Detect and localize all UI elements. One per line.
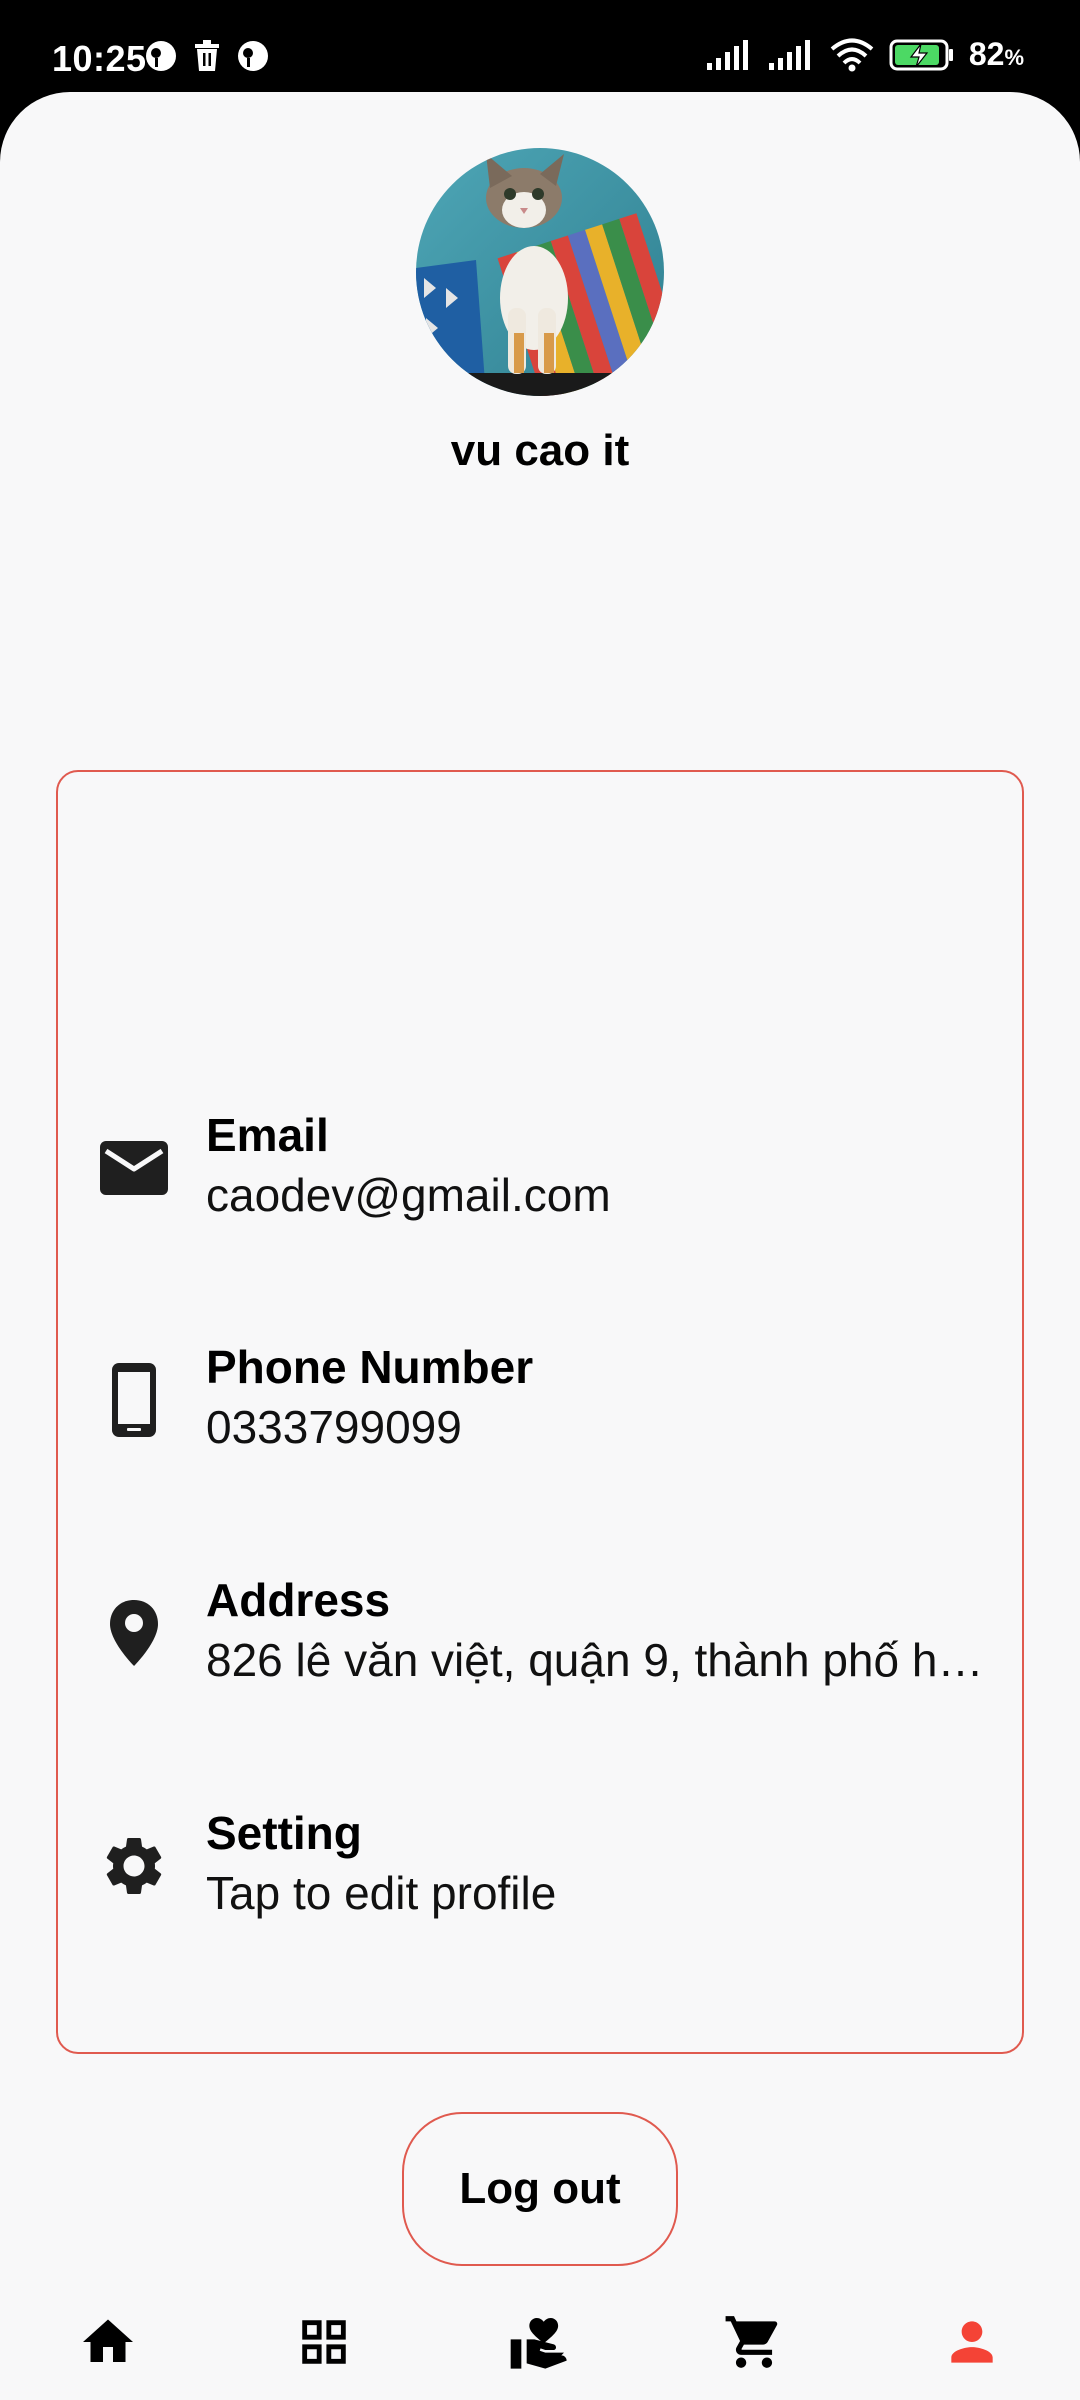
- nav-profile[interactable]: [932, 2302, 1012, 2382]
- signal-icon: [768, 39, 810, 70]
- wifi-icon: [830, 38, 874, 71]
- profile-info-card: Email caodev@gmail.com Phone Number 0333…: [56, 770, 1024, 2054]
- setting-value: Tap to edit profile: [206, 1867, 557, 1919]
- address-label: Address: [206, 1574, 391, 1626]
- email-label: Email: [206, 1109, 329, 1161]
- signal-icon: [706, 39, 748, 70]
- nav-wishlist[interactable]: [500, 2302, 580, 2382]
- phone-label: Phone Number: [206, 1341, 534, 1393]
- smartphone-icon: [96, 1362, 172, 1438]
- phone-value: 0333799099: [206, 1401, 462, 1453]
- battery-charging-icon: [889, 39, 953, 70]
- cart-icon: [725, 2316, 778, 2368]
- status-system-icons: 82%: [705, 36, 1024, 73]
- trash-icon: [195, 40, 219, 71]
- battery-percent: 82%: [968, 36, 1024, 72]
- nav-cart[interactable]: [714, 2302, 794, 2382]
- address-value: 826 lê văn việt, quận 9, thành phố hồ ch…: [206, 1634, 996, 1686]
- home-icon: [83, 2319, 133, 2362]
- email-value: caodev@gmail.com: [206, 1169, 611, 1221]
- email-row[interactable]: Email caodev@gmail.com: [58, 1108, 1022, 1278]
- user-name: vu cao it: [450, 426, 630, 475]
- grid-icon: [302, 2320, 346, 2364]
- nav-home[interactable]: [68, 2302, 148, 2382]
- person-icon: [951, 2321, 993, 2363]
- hand-heart-icon: [510, 2318, 567, 2369]
- nav-categories[interactable]: [284, 2302, 364, 2382]
- logout-button[interactable]: Log out: [402, 2112, 678, 2266]
- location-pin-icon: [96, 1595, 172, 1671]
- mail-icon: [96, 1130, 172, 1206]
- status-notification-icons: [145, 40, 269, 72]
- notification-icon: [146, 41, 176, 71]
- notification-icon: [238, 41, 268, 71]
- phone-row[interactable]: Phone Number 0333799099: [58, 1340, 1022, 1510]
- avatar[interactable]: [416, 148, 664, 396]
- setting-label: Setting: [206, 1807, 362, 1859]
- setting-row[interactable]: Setting Tap to edit profile: [58, 1806, 1022, 1976]
- gear-icon: [96, 1828, 172, 1904]
- address-row[interactable]: Address 826 lê văn việt, quận 9, thành p…: [58, 1573, 1022, 1743]
- cat-avatar-image: [416, 148, 664, 396]
- bottom-nav: [0, 2292, 1080, 2392]
- status-time: 10:25: [52, 38, 147, 79]
- profile-screen: vu cao it Email caodev@gmail.com Phone N…: [0, 92, 1080, 2400]
